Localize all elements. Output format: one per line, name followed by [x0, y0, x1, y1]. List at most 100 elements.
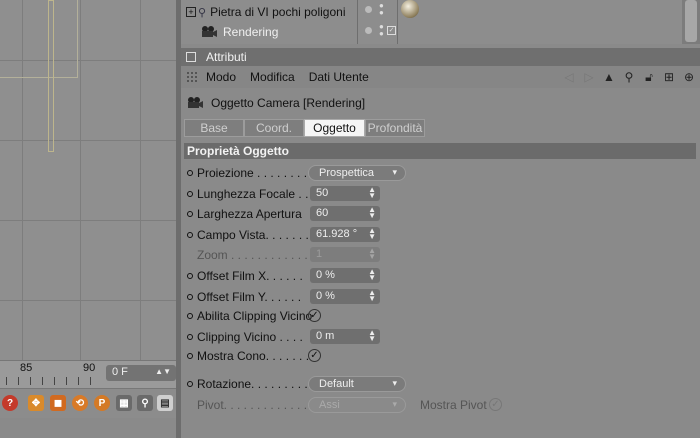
object-icon: ⚲	[198, 6, 207, 19]
lock-icon[interactable]: 🔓︎	[642, 70, 656, 84]
spinner-icon[interactable]: ▲ ▼	[368, 186, 376, 200]
timeline-label-90: 90	[83, 362, 96, 374]
timeline-label-85: 85	[20, 362, 33, 374]
tab-profondita[interactable]: Profondità	[365, 119, 425, 137]
abilita-clipping-checkbox[interactable]: ✓	[308, 309, 321, 322]
search-icon[interactable]: ⚲	[622, 70, 636, 84]
spinner-icon: ▲ ▼	[368, 246, 376, 261]
spinner-icon[interactable]: ▲ ▼	[368, 289, 376, 303]
prop-pivot: Pivot. . . . . . . . . . . . . .	[197, 398, 314, 412]
tab-oggetto[interactable]: Oggetto	[304, 119, 365, 137]
animate-dot-icon[interactable]	[187, 313, 193, 319]
render-dot-icon[interactable]: ● ●	[379, 2, 384, 17]
spinner-icon[interactable]: ▲ ▼	[368, 268, 376, 282]
attributes-title: Attributi	[206, 50, 247, 64]
tag-icon[interactable]: ✓	[387, 26, 396, 35]
visibility-dot-icon[interactable]	[365, 6, 372, 13]
grid-icon[interactable]: ▦	[116, 395, 132, 411]
prop-campo-vista: Campo Vista. . . . . . .	[187, 226, 309, 244]
render-frame	[0, 0, 78, 78]
object-row-rendering[interactable]: Rendering	[181, 22, 357, 42]
campo-vista-field[interactable]: 61.928 ° ▲ ▼	[310, 227, 380, 242]
pivot-dropdown: Assi ▾	[308, 397, 406, 413]
prop-clipping-vicino: Clipping Vicino . . . .	[187, 328, 303, 346]
current-frame-field[interactable]: 0 F ▲▼	[106, 365, 176, 381]
prop-zoom: Zoom . . . . . . . . . . . .	[197, 248, 308, 262]
expand-icon[interactable]: +	[186, 7, 196, 17]
object-manager: + ⚲ Pietra di VI pochi poligoni Renderin…	[181, 0, 700, 44]
animate-dot-icon[interactable]	[187, 294, 193, 300]
spinner-icon[interactable]: ▲ ▼	[368, 227, 376, 241]
scale-icon[interactable]: ◼	[50, 395, 66, 411]
spinner-icon[interactable]: ▲ ▼	[368, 329, 376, 343]
object-title-text: Oggetto Camera [Rendering]	[211, 96, 366, 110]
prop-lunghezza-focale: Lunghezza Focale . .	[187, 185, 308, 203]
object-row-pietra[interactable]: + ⚲ Pietra di VI pochi poligoni	[181, 2, 357, 22]
visibility-dot-icon[interactable]	[365, 27, 372, 34]
lunghezza-focale-field[interactable]: 50 ▲ ▼	[310, 186, 380, 201]
attributes-menubar: Modo Modifica Dati Utente ◁ ▷ ▲ ⚲ 🔓︎ ⊞ ⊕	[181, 66, 700, 88]
spinner-icon[interactable]: ▲ ▼	[368, 206, 376, 220]
key-icon[interactable]: ⚲	[137, 395, 153, 411]
mostra-cono-checkbox[interactable]: ✓	[308, 349, 321, 362]
prop-mostra-cono: Mostra Cono. . . . . . .	[187, 347, 309, 365]
frame-spinner-icon[interactable]: ▲▼	[155, 367, 171, 376]
scene-object[interactable]	[48, 0, 54, 152]
object-name: Rendering	[223, 25, 279, 39]
camera-icon	[187, 97, 203, 109]
animate-dot-icon[interactable]	[187, 170, 193, 176]
animate-dot-icon[interactable]	[187, 353, 193, 359]
clipping-vicino-field[interactable]: 0 m ▲ ▼	[310, 329, 380, 344]
rotate-icon[interactable]: ⟲	[72, 395, 88, 411]
prop-larghezza-apertura: Larghezza Apertura	[187, 205, 302, 223]
mostra-pivot-checkbox: ✓	[489, 398, 502, 411]
animate-dot-icon[interactable]	[187, 381, 193, 387]
larghezza-apertura-field[interactable]: 60 ▲ ▼	[310, 206, 380, 221]
menu-modo[interactable]: Modo	[206, 70, 236, 84]
grip-icon[interactable]	[186, 71, 198, 83]
section-header: Proprietà Oggetto	[184, 143, 696, 159]
material-sphere-icon[interactable]	[401, 0, 419, 18]
menu-modifica[interactable]: Modifica	[250, 70, 295, 84]
rotazione-dropdown[interactable]: Default ▾	[308, 376, 406, 392]
animate-dot-icon[interactable]	[187, 191, 193, 197]
attributes-header: Attributi	[181, 48, 700, 66]
proiezione-dropdown[interactable]: Prospettica ▾	[308, 165, 406, 181]
object-manager-scrollbar[interactable]	[682, 0, 700, 44]
viewport[interactable]	[0, 0, 176, 360]
chevron-down-icon: ▾	[392, 167, 397, 177]
mostra-pivot-label: Mostra Pivot	[420, 398, 487, 412]
prop-rotazione: Rotazione. . . . . . . . . .	[187, 375, 314, 393]
back-arrow-icon[interactable]: ◁	[562, 70, 576, 84]
chevron-down-icon: ▾	[392, 378, 397, 388]
current-frame-value: 0 F	[112, 366, 128, 378]
prop-offset-film-x: Offset Film X. . . . . .	[187, 267, 303, 285]
tab-coord[interactable]: Coord.	[244, 119, 304, 137]
record-icon[interactable]: P	[94, 395, 110, 411]
prop-proiezione: Proiezione . . . . . . . .	[187, 164, 307, 182]
tool-palette: ? ✥ ◼ ⟲ P ▦ ⚲ ▤	[0, 388, 176, 418]
animate-dot-icon[interactable]	[187, 211, 193, 217]
animate-dot-icon[interactable]	[187, 232, 193, 238]
animate-dot-icon[interactable]	[187, 334, 193, 340]
panel-toggle-icon[interactable]	[186, 52, 196, 62]
offset-film-x-field[interactable]: 0 % ▲ ▼	[310, 268, 380, 283]
attribute-tabs: Base Coord. Oggetto Profondità	[184, 119, 425, 137]
render-dot-icon[interactable]: ● ●	[379, 23, 384, 38]
offset-film-y-field[interactable]: 0 % ▲ ▼	[310, 289, 380, 304]
object-name: Pietra di VI pochi poligoni	[210, 5, 346, 19]
move-icon[interactable]: ✥	[28, 395, 44, 411]
help-icon[interactable]: ?	[2, 395, 18, 411]
prop-abilita-clipping-vicino: Abilita Clipping Vicino	[187, 307, 312, 325]
document-icon[interactable]: ▤	[157, 395, 173, 411]
new-panel-icon[interactable]: ⊞	[662, 70, 676, 84]
tab-base[interactable]: Base	[184, 119, 244, 137]
forward-arrow-icon[interactable]: ▷	[582, 70, 596, 84]
zoom-field: 1 ▲ ▼	[310, 247, 380, 262]
menu-dati-utente[interactable]: Dati Utente	[309, 70, 369, 84]
animate-dot-icon[interactable]	[187, 273, 193, 279]
pointer-icon[interactable]: ▲	[602, 70, 616, 84]
add-icon[interactable]: ⊕	[682, 70, 696, 84]
camera-icon	[201, 26, 217, 38]
object-title: Oggetto Camera [Rendering]	[187, 94, 365, 112]
